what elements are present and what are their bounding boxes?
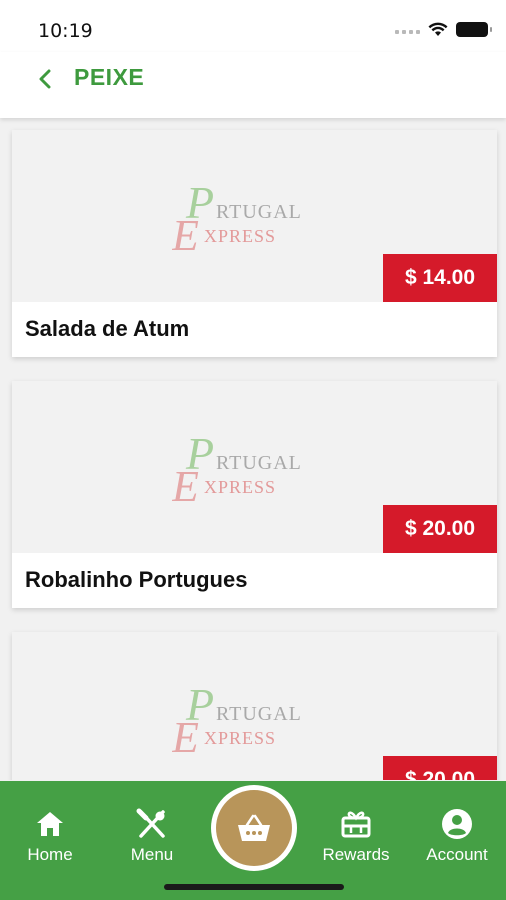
- header: PEIXE: [0, 52, 506, 118]
- svg-text:E: E: [172, 462, 199, 511]
- tab-account-label: Account: [426, 845, 488, 864]
- brand-logo: P RTUGAL E XPRESS: [172, 679, 302, 762]
- svg-text:E: E: [172, 713, 199, 762]
- tab-rewards[interactable]: Rewards: [311, 807, 401, 865]
- cart-button[interactable]: [211, 785, 297, 871]
- product-image: P RTUGAL E XPRESS $ 14.00: [12, 130, 497, 302]
- status-bar: 10:19: [0, 0, 506, 52]
- basket-icon: [238, 814, 270, 841]
- svg-text:RTUGAL: RTUGAL: [216, 703, 302, 725]
- product-list[interactable]: P RTUGAL E XPRESS $ 14.00 Salada de Atum…: [0, 118, 506, 780]
- back-button[interactable]: [30, 64, 60, 94]
- tab-menu[interactable]: Menu: [107, 807, 197, 865]
- wifi-icon: [428, 22, 448, 36]
- product-image: P RTUGAL E XPRESS $ 20.00: [12, 381, 497, 553]
- product-image: P RTUGAL E XPRESS $ 20.00: [12, 632, 497, 780]
- account-icon: [440, 807, 474, 841]
- tab-account[interactable]: Account: [412, 807, 502, 865]
- signal-icon: [395, 26, 420, 34]
- status-time: 10:19: [38, 20, 93, 42]
- status-icons: [395, 22, 492, 37]
- brand-logo: P RTUGAL E XPRESS: [172, 428, 302, 511]
- fork-knife-icon: [135, 807, 169, 841]
- product-name: Salada de Atum: [25, 316, 190, 341]
- product-name: Robalinho Portugues: [25, 567, 248, 592]
- product-card[interactable]: P RTUGAL E XPRESS $ 20.00 Robalinho Port…: [12, 381, 497, 608]
- battery-icon: [456, 22, 492, 37]
- home-indicator: [164, 884, 344, 890]
- svg-text:XPRESS: XPRESS: [204, 477, 276, 497]
- page-title: PEIXE: [74, 64, 145, 90]
- tab-rewards-label: Rewards: [322, 845, 390, 864]
- price-badge: $ 20.00: [383, 756, 497, 780]
- product-card[interactable]: P RTUGAL E XPRESS $ 20.00: [12, 632, 497, 780]
- svg-text:XPRESS: XPRESS: [204, 728, 276, 748]
- gift-icon: [339, 807, 373, 841]
- product-card[interactable]: P RTUGAL E XPRESS $ 14.00 Salada de Atum: [12, 130, 497, 357]
- svg-text:RTUGAL: RTUGAL: [216, 452, 302, 474]
- price-badge: $ 14.00: [383, 254, 497, 302]
- svg-text:RTUGAL: RTUGAL: [216, 201, 302, 223]
- tab-home[interactable]: Home: [5, 807, 95, 865]
- svg-text:E: E: [172, 211, 199, 260]
- svg-text:XPRESS: XPRESS: [204, 226, 276, 246]
- chevron-left-icon: [39, 69, 51, 89]
- tab-home-label: Home: [27, 845, 73, 864]
- home-icon: [33, 807, 67, 841]
- cart-inner: [216, 790, 292, 866]
- bottom-tab-bar: Home Menu Rewards Account: [0, 781, 506, 900]
- brand-logo: P RTUGAL E XPRESS: [172, 177, 302, 260]
- price-badge: $ 20.00: [383, 505, 497, 553]
- tab-menu-label: Menu: [130, 845, 174, 864]
